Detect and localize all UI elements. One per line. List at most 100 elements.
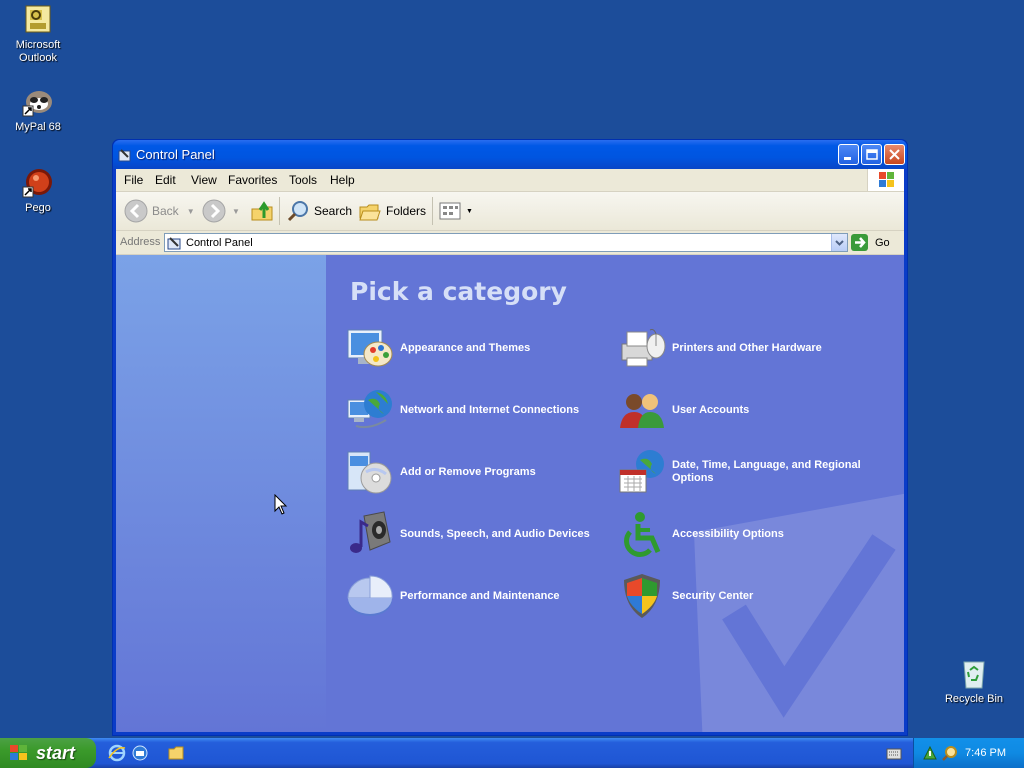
category-label: Add or Remove Programs <box>400 465 536 478</box>
side-pane <box>116 255 326 732</box>
toolbar-separator <box>279 197 280 225</box>
security-center-icon <box>624 574 660 618</box>
control-panel-window: Control Panel File Edit View Favorites T… <box>112 139 908 736</box>
toolbar: Back ▼ ▼ Search Folders ▼ <box>116 192 904 231</box>
chevron-down-icon <box>835 240 844 246</box>
desktop-icon-label: Microsoft Outlook <box>15 39 61 64</box>
views-dropdown-icon: ▼ <box>466 207 473 215</box>
sounds-audio-icon <box>350 511 391 553</box>
mypal-icon <box>22 86 54 118</box>
address-label: Address <box>120 236 161 248</box>
desktop-icon-label: Pego <box>25 202 51 214</box>
category-label: Accessibility Options <box>672 527 784 540</box>
views-button[interactable]: ▼ <box>438 198 473 224</box>
category-accessibility[interactable]: Accessibility Options <box>618 510 878 558</box>
category-printers-hardware[interactable]: Printers and Other Hardware <box>618 324 878 372</box>
close-icon <box>889 149 900 160</box>
category-label: Sounds, Speech, and Audio Devices <box>400 527 590 540</box>
menu-view[interactable]: View <box>191 173 217 187</box>
category-label: Performance and Maintenance <box>400 589 560 602</box>
category-network-internet[interactable]: Network and Internet Connections <box>346 386 606 434</box>
desktop-icon-label: Recycle Bin <box>944 693 1004 705</box>
clock[interactable]: 7:46 PM <box>965 747 1006 759</box>
category-add-remove-programs[interactable]: Add or Remove Programs <box>346 448 606 496</box>
minimize-button[interactable] <box>838 144 859 165</box>
maximize-button[interactable] <box>861 144 882 165</box>
toolbar-separator <box>432 197 433 225</box>
folders-label: Folders <box>386 204 427 218</box>
category-sounds-audio[interactable]: Sounds, Speech, and Audio Devices <box>346 510 606 558</box>
address-value: Control Panel <box>186 237 253 249</box>
menu-edit[interactable]: Edit <box>155 173 176 187</box>
category-security-center[interactable]: Security Center <box>618 572 878 620</box>
internet-explorer-icon[interactable] <box>108 744 126 762</box>
network-status-icon[interactable] <box>922 745 938 761</box>
forward-arrow-icon <box>202 199 226 223</box>
go-button[interactable]: Go <box>850 233 898 252</box>
accessibility-icon <box>624 512 661 557</box>
category-performance-maintenance[interactable]: Performance and Maintenance <box>346 572 606 620</box>
recycle-bin-icon <box>958 658 990 690</box>
pego-icon <box>22 167 54 199</box>
search-icon <box>287 201 308 222</box>
back-arrow-icon <box>124 199 148 223</box>
address-field[interactable]: Control Panel <box>164 233 848 252</box>
up-folder-icon <box>251 201 273 221</box>
window-title: Control Panel <box>136 147 215 162</box>
close-button[interactable] <box>884 144 905 165</box>
control-panel-icon <box>167 237 181 250</box>
search-button[interactable]: Search <box>286 198 352 224</box>
forward-button[interactable]: ▼ <box>202 198 240 224</box>
menu-tools[interactable]: Tools <box>289 173 317 187</box>
folder-icon[interactable] <box>167 744 185 762</box>
desktop-icon-mypal[interactable]: MyPal 68 <box>0 86 76 134</box>
maximize-icon <box>866 149 878 160</box>
outlook-express-icon[interactable] <box>131 744 149 762</box>
appearance-themes-icon <box>347 329 393 367</box>
desktop-icon-recycle-bin[interactable]: Recycle Bin <box>936 658 1012 706</box>
menu-file[interactable]: File <box>124 173 143 187</box>
minimize-icon <box>844 157 851 160</box>
back-dropdown-icon[interactable]: ▼ <box>187 207 195 216</box>
taskbar: start 7:46 PM <box>0 738 1024 768</box>
forward-dropdown-icon[interactable]: ▼ <box>232 207 240 216</box>
folders-button[interactable]: Folders <box>358 198 426 224</box>
category-date-time-regional[interactable]: Date, Time, Language, and Regional Optio… <box>618 448 878 496</box>
folders-icon <box>359 204 381 221</box>
menu-bar: File Edit View Favorites Tools Help <box>116 169 904 192</box>
desktop-icon-outlook[interactable]: Microsoft Outlook <box>0 4 76 65</box>
go-label: Go <box>875 236 890 249</box>
address-bar: Address Control Panel Go <box>116 231 904 255</box>
date-time-regional-icon <box>619 450 664 493</box>
up-folder-button[interactable] <box>250 198 274 224</box>
windows-logo-icon <box>867 169 904 191</box>
control-panel-icon <box>118 148 132 162</box>
search-label: Search <box>314 204 353 218</box>
category-label: Network and Internet Connections <box>400 403 580 416</box>
category-label: Date, Time, Language, and Regional Optio… <box>672 459 861 484</box>
start-button[interactable]: start <box>0 738 96 768</box>
category-appearance-themes[interactable]: Appearance and Themes <box>346 324 606 372</box>
address-dropdown-button[interactable] <box>831 234 847 251</box>
user-accounts-icon <box>620 394 664 428</box>
category-label: Security Center <box>672 589 754 602</box>
go-arrow-icon <box>851 234 868 251</box>
windows-flag-icon <box>10 745 27 760</box>
category-user-accounts[interactable]: User Accounts <box>618 386 878 434</box>
content-area: Pick a category Appearance and Themes Ne… <box>116 255 904 732</box>
desktop-icon-pego[interactable]: Pego <box>0 167 76 215</box>
page-title: Pick a category <box>350 277 567 306</box>
keyboard-icon[interactable] <box>886 747 902 761</box>
mouse-cursor-icon <box>274 494 288 515</box>
category-pane: Pick a category Appearance and Themes Ne… <box>326 255 904 732</box>
menu-favorites[interactable]: Favorites <box>228 173 277 187</box>
menu-help[interactable]: Help <box>330 173 355 187</box>
search-tray-icon[interactable] <box>942 745 958 761</box>
start-label: start <box>36 742 76 763</box>
add-remove-programs-icon <box>347 451 392 494</box>
back-button[interactable]: Back ▼ <box>124 198 195 224</box>
printers-hardware-icon <box>621 329 666 367</box>
category-label: User Accounts <box>672 403 750 416</box>
title-bar[interactable]: Control Panel <box>113 140 907 169</box>
views-icon <box>439 202 461 220</box>
